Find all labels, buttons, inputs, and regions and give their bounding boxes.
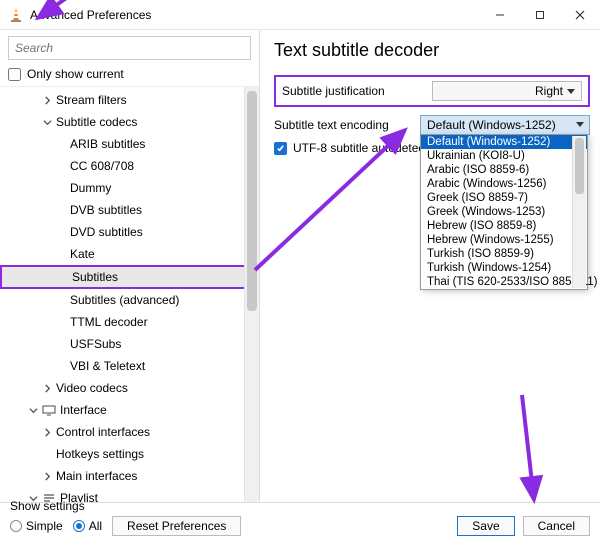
justification-select[interactable]: Right: [432, 81, 582, 101]
maximize-button[interactable]: [520, 0, 560, 30]
annotation-arrow: [250, 110, 430, 280]
encoding-option[interactable]: Hebrew (Windows-1255): [421, 233, 587, 247]
tree-item-kate[interactable]: Kate: [0, 243, 259, 265]
sidebar: Only show current Stream filters Subtitl…: [0, 30, 260, 502]
chevron-right-icon: [40, 425, 54, 439]
encoding-option[interactable]: Greek (ISO 8859-7): [421, 191, 587, 205]
dropdown-scrollbar[interactable]: [572, 136, 586, 288]
only-show-current-checkbox[interactable]: [8, 68, 21, 81]
tree-item-video-codecs[interactable]: Video codecs: [0, 377, 259, 399]
encoding-option[interactable]: Turkish (Windows-1254): [421, 261, 587, 275]
radio-simple[interactable]: Simple: [10, 519, 63, 533]
only-show-current-label: Only show current: [27, 67, 124, 81]
preferences-tree: Stream filters Subtitle codecs ARIB subt…: [0, 87, 259, 502]
encoding-option[interactable]: Arabic (Windows-1256): [421, 177, 587, 191]
page-title: Text subtitle decoder: [274, 40, 590, 61]
tree-item-cc[interactable]: CC 608/708: [0, 155, 259, 177]
encoding-select[interactable]: Default (Windows-1252): [420, 115, 590, 135]
radio-all[interactable]: All: [73, 519, 102, 533]
playlist-icon: [42, 491, 56, 502]
tree-scrollbar[interactable]: [244, 87, 259, 502]
tree-item-vbi[interactable]: VBI & Teletext: [0, 355, 259, 377]
tree-item-subtitles-advanced[interactable]: Subtitles (advanced): [0, 289, 259, 311]
reset-preferences-button[interactable]: Reset Preferences: [112, 516, 241, 536]
encoding-option[interactable]: Turkish (ISO 8859-9): [421, 247, 587, 261]
encoding-option[interactable]: Hebrew (ISO 8859-8): [421, 219, 587, 233]
encoding-label: Subtitle text encoding: [274, 118, 420, 132]
tree-item-stream-filters[interactable]: Stream filters: [0, 89, 259, 111]
tree-item-interface[interactable]: Interface: [0, 399, 259, 421]
titlebar: Advanced Preferences: [0, 0, 600, 30]
encoding-option[interactable]: Thai (TIS 620-2533/ISO 8859-11): [421, 275, 587, 289]
encoding-dropdown[interactable]: Default (Windows-1252)Ukrainian (KOI8-U)…: [420, 134, 588, 290]
encoding-option[interactable]: Ukrainian (KOI8-U): [421, 149, 587, 163]
justification-row: Subtitle justification Right: [274, 75, 590, 107]
tree-item-ttml[interactable]: TTML decoder: [0, 311, 259, 333]
chevron-right-icon: [40, 469, 54, 483]
tree-item-subtitle-codecs[interactable]: Subtitle codecs: [0, 111, 259, 133]
encoding-option[interactable]: Arabic (ISO 8859-6): [421, 163, 587, 177]
tree-item-dummy[interactable]: Dummy: [0, 177, 259, 199]
minimize-button[interactable]: [480, 0, 520, 30]
window-title: Advanced Preferences: [30, 8, 480, 22]
save-button[interactable]: Save: [457, 516, 514, 536]
utf8-checkbox[interactable]: [274, 142, 287, 155]
tree-item-playlist[interactable]: Playlist: [0, 487, 259, 502]
tree-item-control-interfaces[interactable]: Control interfaces: [0, 421, 259, 443]
cancel-button[interactable]: Cancel: [523, 516, 590, 536]
encoding-option[interactable]: Greek (Windows-1253): [421, 205, 587, 219]
encoding-row: Subtitle text encoding Default (Windows-…: [274, 115, 590, 135]
chevron-down-icon: [26, 491, 40, 502]
tree-item-usfsubs[interactable]: USFSubs: [0, 333, 259, 355]
close-button[interactable]: [560, 0, 600, 30]
tree-item-arib[interactable]: ARIB subtitles: [0, 133, 259, 155]
justification-label: Subtitle justification: [282, 84, 432, 98]
only-show-current-row[interactable]: Only show current: [0, 64, 259, 87]
tree-item-hotkeys[interactable]: Hotkeys settings: [0, 443, 259, 465]
encoding-option[interactable]: Default (Windows-1252): [421, 135, 587, 149]
tree-item-subtitles[interactable]: Subtitles: [0, 265, 259, 289]
chevron-down-icon: [40, 115, 54, 129]
tree-item-dvb[interactable]: DVB subtitles: [0, 199, 259, 221]
tree-item-dvd[interactable]: DVD subtitles: [0, 221, 259, 243]
search-container: [8, 36, 251, 60]
vlc-cone-icon: [8, 7, 24, 23]
interface-icon: [42, 403, 56, 417]
settings-panel: Text subtitle decoder Subtitle justifica…: [260, 30, 600, 502]
chevron-down-icon: [26, 403, 40, 417]
annotation-arrow: [510, 390, 550, 510]
tree-item-main-interfaces[interactable]: Main interfaces: [0, 465, 259, 487]
footer: Show settings Simple All Reset Preferenc…: [0, 502, 600, 542]
chevron-right-icon: [40, 93, 54, 107]
search-input[interactable]: [8, 36, 251, 60]
chevron-right-icon: [40, 381, 54, 395]
